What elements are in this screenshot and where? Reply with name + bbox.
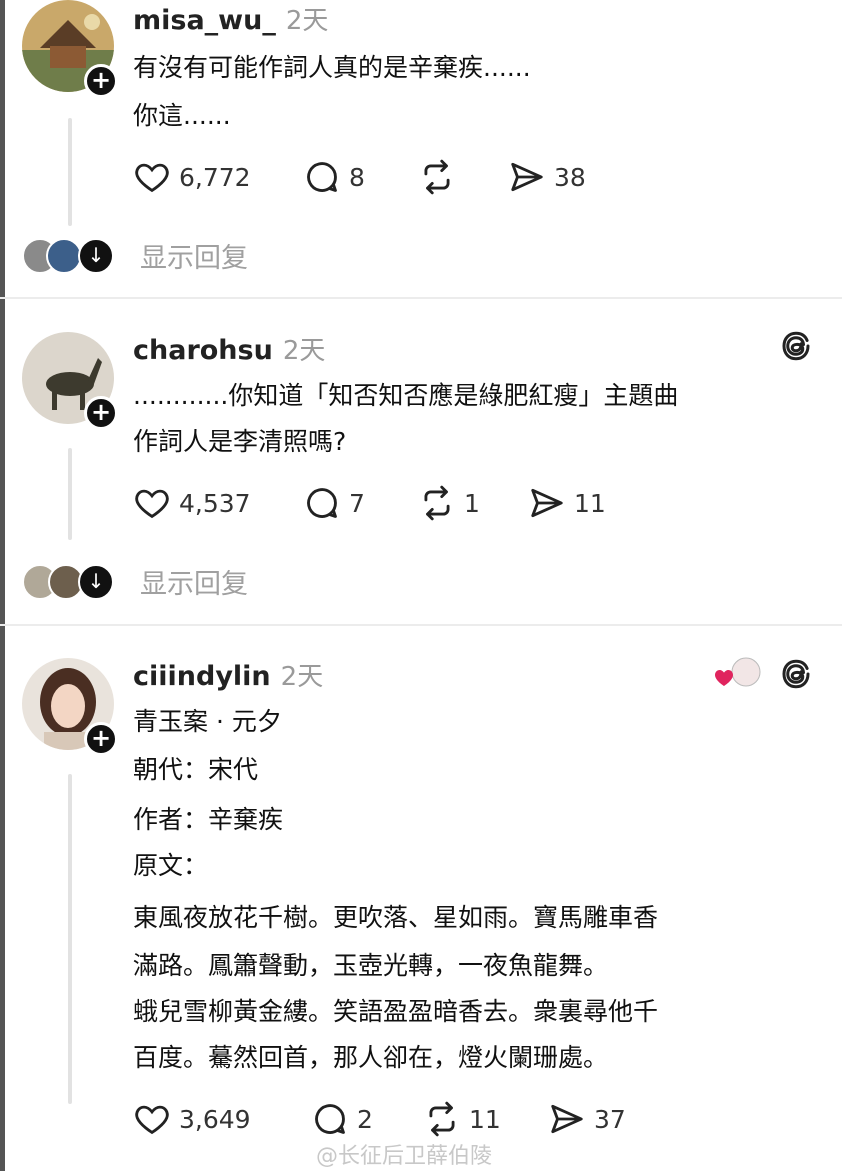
repost-icon: [424, 485, 450, 521]
post-time: 2天: [280, 662, 324, 692]
heart-icon: [135, 489, 169, 519]
username[interactable]: charohsu: [133, 335, 273, 366]
post-3: + ciiindylin 2天 青玉案 · 元夕 朝代：宋代 作者：辛棄疾 原文：…: [0, 626, 842, 1171]
post-text-line: 蛾兒雪柳黃金縷。笑語盈盈暗香去。衆裏尋他千: [133, 997, 659, 1026]
action-bar: 3,649 2 11 37: [133, 1100, 633, 1140]
repost-count: 1: [464, 488, 480, 518]
username[interactable]: ciiindylin: [133, 661, 271, 692]
post-text-line: 作詞人是李清照嗎?: [133, 427, 347, 456]
post-2: + charohsu 2天 ............你知道「知否知否應是綠肥紅瘦」…: [0, 300, 842, 625]
post-text-line: 朝代：宋代: [133, 755, 259, 784]
like-count: 4,537: [179, 488, 251, 518]
action-bar: 6,772 8 38: [133, 158, 633, 198]
username[interactable]: misa_wu_: [133, 5, 276, 36]
share-count: 37: [594, 1104, 626, 1134]
post-text-line: 原文：: [133, 851, 209, 880]
arrow-down-icon: ↓: [78, 564, 114, 600]
post-time: 2天: [282, 336, 326, 366]
comment-button[interactable]: 8: [303, 158, 365, 196]
show-replies-row[interactable]: ↓ 显示回复: [22, 236, 422, 276]
comment-bubble-icon: [307, 162, 337, 192]
share-button[interactable]: 38: [508, 158, 586, 196]
comment-bubble-icon: [315, 1104, 345, 1134]
comment-count: 8: [349, 162, 365, 192]
thread-line: [68, 774, 72, 1104]
post-header: charohsu 2天: [133, 330, 325, 367]
follow-plus-icon[interactable]: +: [84, 722, 118, 756]
thread-line: [68, 118, 72, 226]
follow-plus-icon[interactable]: +: [84, 64, 118, 98]
threads-logo-icon[interactable]: [778, 656, 814, 692]
liked-by-indicator: [710, 656, 766, 692]
post-text-line: 青玉案 · 元夕: [133, 707, 282, 736]
repost-icon: [424, 159, 450, 195]
share-button[interactable]: 11: [528, 484, 606, 522]
like-button[interactable]: 6,772: [133, 158, 251, 196]
show-replies-link[interactable]: 显示回复: [140, 236, 248, 275]
divider: [0, 297, 842, 299]
repost-button[interactable]: [418, 158, 464, 196]
post-text-line: 你這......: [133, 101, 231, 130]
repost-count: 11: [469, 1104, 501, 1134]
like-button[interactable]: 4,537: [133, 484, 251, 522]
post-text-line: 百度。驀然回首，那人卻在，燈火闌珊處。: [133, 1043, 609, 1072]
comment-button[interactable]: 7: [303, 484, 365, 522]
like-count: 3,649: [179, 1104, 251, 1134]
heart-icon: [135, 1105, 169, 1135]
comment-bubble-icon: [307, 488, 337, 518]
post-text-line: 滿路。鳳簫聲動，玉壺光轉，一夜魚龍舞。: [133, 951, 609, 980]
post-time: 2天: [285, 6, 329, 36]
show-replies-link[interactable]: 显示回复: [140, 562, 248, 601]
comment-button[interactable]: 2: [311, 1100, 373, 1138]
reply-avatars: ↓: [22, 564, 122, 600]
post-text-line: 作者：辛棄疾: [133, 805, 284, 834]
reply-avatar: [46, 238, 82, 274]
send-icon: [531, 488, 563, 518]
send-icon: [551, 1104, 583, 1134]
like-button[interactable]: 3,649: [133, 1100, 251, 1138]
post-text-line: 有沒有可能作詞人真的是辛棄疾......: [133, 53, 531, 82]
heart-icon: [135, 163, 169, 193]
post-1: + misa_wu_ 2天 有沒有可能作詞人真的是辛棄疾...... 你這....…: [0, 0, 842, 300]
repost-button[interactable]: 1: [418, 484, 480, 522]
reply-avatars: ↓: [22, 238, 122, 274]
action-bar: 4,537 7 1 11: [133, 484, 633, 524]
watermark: @长征后卫薛伯陵: [316, 1144, 493, 1169]
share-button[interactable]: 37: [548, 1100, 626, 1138]
comment-count: 7: [349, 488, 365, 518]
post-text-line: 東風夜放花千樹。更吹落、星如雨。寶馬雕車香: [133, 903, 659, 932]
post-header: ciiindylin 2天: [133, 656, 323, 693]
thread-line: [68, 448, 72, 540]
post-text-line: ............你知道「知否知否應是綠肥紅瘦」主題曲: [133, 381, 679, 410]
post-header: misa_wu_ 2天: [133, 0, 328, 37]
send-icon: [511, 162, 543, 192]
like-count: 6,772: [179, 162, 251, 192]
share-count: 38: [554, 162, 586, 192]
share-count: 11: [574, 488, 606, 518]
repost-icon: [429, 1101, 455, 1137]
threads-logo-icon[interactable]: [778, 328, 814, 364]
comment-count: 2: [357, 1104, 373, 1134]
repost-button[interactable]: 11: [423, 1100, 501, 1138]
heart-icon: [715, 657, 761, 687]
arrow-down-icon: ↓: [78, 238, 114, 274]
follow-plus-icon[interactable]: +: [84, 396, 118, 430]
show-replies-row[interactable]: ↓ 显示回复: [22, 562, 422, 602]
